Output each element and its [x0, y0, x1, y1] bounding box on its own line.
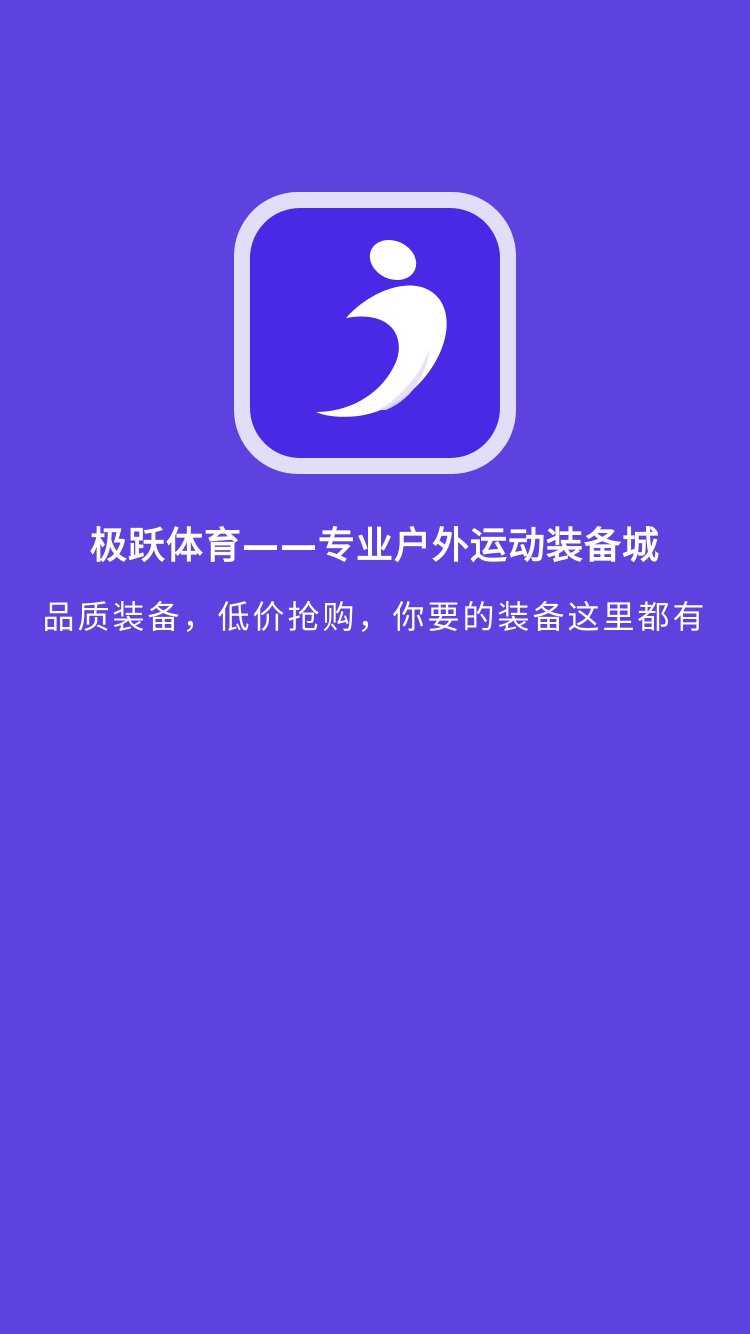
splash-screen: 极跃体育——专业户外运动装备城 品质装备，低价抢购，你要的装备这里都有	[0, 0, 750, 1334]
app-icon-frame	[234, 192, 516, 474]
app-tagline: 品质装备，低价抢购，你要的装备这里都有	[42, 598, 708, 636]
jiyue-logo-icon	[316, 240, 447, 417]
app-icon	[250, 208, 500, 458]
app-title: 极跃体育——专业户外运动装备城	[90, 524, 660, 567]
